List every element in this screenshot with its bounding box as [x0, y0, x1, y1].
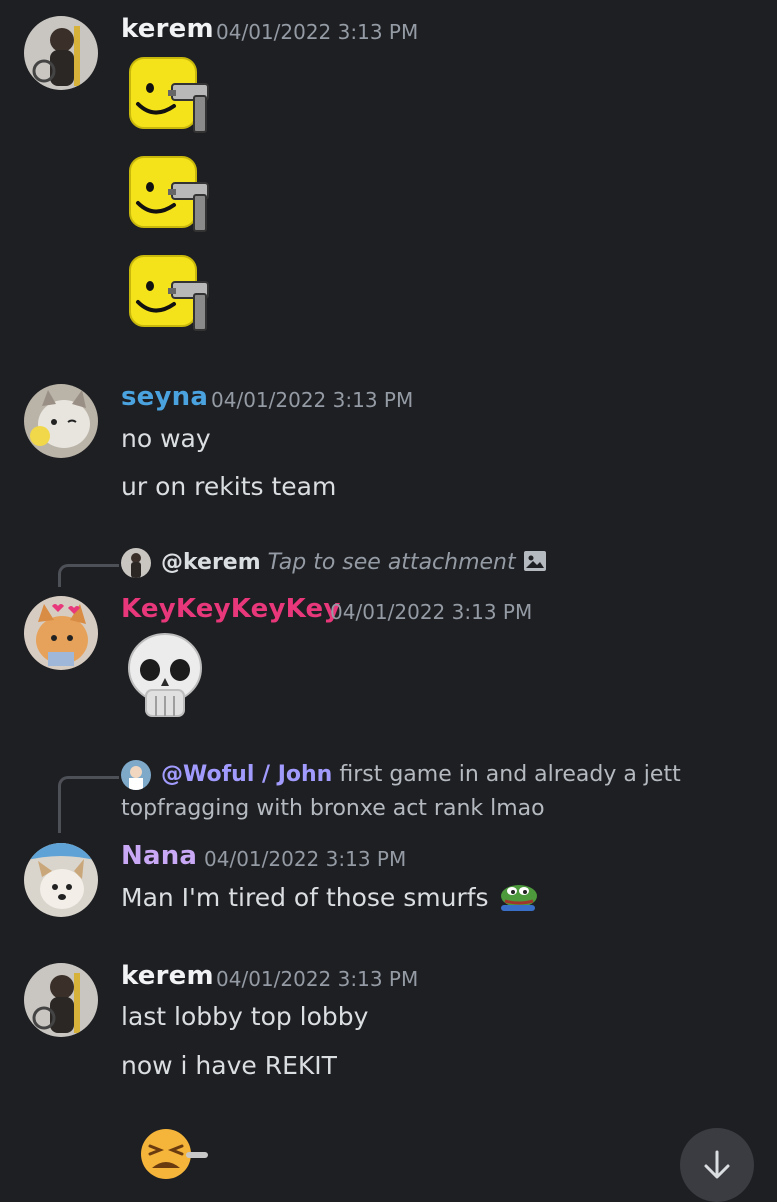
- reply-text: topfragging with bronxe act rank lmao: [121, 796, 545, 821]
- author-name[interactable]: Nana: [121, 841, 197, 871]
- message-text: no way: [121, 424, 211, 453]
- gun-noob-emoji[interactable]: [128, 254, 212, 336]
- author-name[interactable]: kerem: [121, 961, 214, 991]
- reply-mention[interactable]: @kerem: [161, 550, 261, 575]
- reply-text: Tap to see attachment: [267, 550, 516, 575]
- jump-to-bottom-button[interactable]: [680, 1128, 754, 1202]
- timestamp: 04/01/2022 3:13 PM: [330, 600, 533, 624]
- avatar-kerem[interactable]: [24, 16, 98, 90]
- avatar-kerem[interactable]: [24, 963, 98, 1037]
- reply-preview[interactable]: @kerem Tap to see attachment: [161, 550, 547, 575]
- author-name[interactable]: seyna: [121, 382, 208, 412]
- reply-text: first game in and already a jett: [339, 762, 681, 787]
- skull-emoji[interactable]: [126, 630, 204, 720]
- gun-noob-emoji[interactable]: [128, 56, 212, 138]
- message-text: now i have REKIT: [121, 1051, 337, 1080]
- reply-mention[interactable]: @Woful / John: [161, 762, 332, 787]
- reply-connector: [58, 564, 119, 587]
- timestamp: 04/01/2022 3:13 PM: [216, 20, 419, 44]
- timestamp: 04/01/2022 3:13 PM: [204, 847, 407, 871]
- author-name[interactable]: kerem: [121, 14, 214, 44]
- message-text: last lobby top lobby: [121, 1002, 369, 1031]
- reply-avatar: [121, 548, 151, 578]
- message-text: ur on rekits team: [121, 472, 337, 501]
- avatar-nana[interactable]: [24, 843, 98, 917]
- author-name[interactable]: KeyKeyKeyKey: [121, 594, 341, 624]
- reply-avatar: [121, 760, 151, 790]
- arrow-down-icon: [704, 1150, 730, 1179]
- timestamp: 04/01/2022 3:13 PM: [211, 388, 414, 412]
- reply-connector: [58, 776, 119, 833]
- gun-noob-emoji[interactable]: [128, 155, 212, 237]
- tired-face-smoking-emoji[interactable]: [136, 1128, 212, 1180]
- message-text: Man I'm tired of those smurfs: [121, 881, 539, 912]
- reply-preview[interactable]: @Woful / John first game in and already …: [161, 762, 681, 787]
- avatar-keykeykeykey[interactable]: [24, 596, 98, 670]
- avatar-seyna[interactable]: [24, 384, 98, 458]
- image-icon: [523, 551, 546, 571]
- pepe-emoji[interactable]: [497, 881, 539, 911]
- timestamp: 04/01/2022 3:13 PM: [216, 967, 419, 991]
